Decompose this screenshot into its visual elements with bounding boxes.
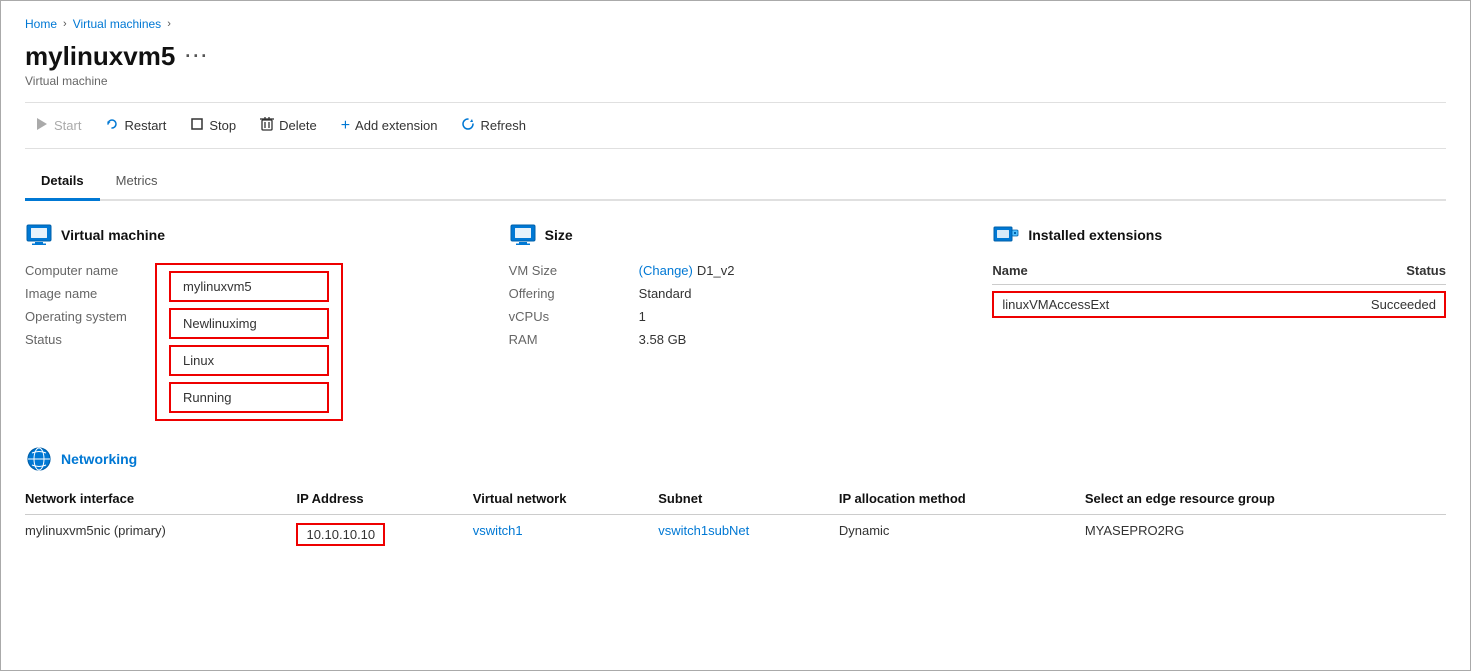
vm-val-0: mylinuxvm5 <box>169 271 329 302</box>
size-val-3: 3.58 GB <box>639 332 687 347</box>
vm-label-2: Operating system <box>25 309 155 324</box>
vm-label-3: Status <box>25 332 155 347</box>
delete-button[interactable]: Delete <box>250 111 327 140</box>
net-col-interface: Network interface <box>25 487 296 515</box>
size-val-1: Standard <box>639 286 692 301</box>
networking-title: Networking <box>61 451 137 467</box>
ip-address-box: 10.10.10.10 <box>296 523 385 546</box>
vm-fields: Computer name Image name Operating syste… <box>25 263 479 421</box>
refresh-button[interactable]: Refresh <box>451 112 536 139</box>
size-fields: VM Size (Change) D1_v2 Offering Standard… <box>509 263 963 347</box>
vm-values-box: mylinuxvm5 Newlinuximg Linux Running <box>155 263 343 421</box>
breadcrumb-sep1: › <box>63 18 67 30</box>
breadcrumb-home[interactable]: Home <box>25 17 57 31</box>
net-col-alloc: IP allocation method <box>839 487 1085 515</box>
ext-row-0-status: Succeeded <box>1356 297 1436 312</box>
start-button[interactable]: Start <box>25 112 91 139</box>
tab-metrics[interactable]: Metrics <box>100 165 174 201</box>
size-label-2: vCPUs <box>509 309 639 324</box>
tab-details[interactable]: Details <box>25 165 100 201</box>
restart-icon <box>105 117 119 134</box>
add-extension-label: Add extension <box>355 118 437 133</box>
vm-val-2: Linux <box>169 345 329 376</box>
size-field-3: RAM 3.58 GB <box>509 332 963 347</box>
size-field-0: VM Size (Change) D1_v2 <box>509 263 963 278</box>
net-col-subnet: Subnet <box>658 487 839 515</box>
vm-label-1: Image name <box>25 286 155 301</box>
net-row-0-interface: mylinuxvm5nic (primary) <box>25 515 296 555</box>
vm-section-title: Virtual machine <box>61 227 165 243</box>
page-container: Home › Virtual machines › mylinuxvm5 ···… <box>1 1 1470 578</box>
size-field-2: vCPUs 1 <box>509 309 963 324</box>
ext-col-name: Name <box>992 263 1346 278</box>
networking-section: Networking Network interface IP Address … <box>25 445 1446 554</box>
vm-label-0: Computer name <box>25 263 155 278</box>
extensions-section: Installed extensions Name Status linuxVM… <box>992 221 1446 421</box>
page-title-text: mylinuxvm5 <box>25 41 175 72</box>
vm-val-1: Newlinuximg <box>169 308 329 339</box>
vm-val-3: Running <box>169 382 329 413</box>
content-grid: Virtual machine Computer name Image name… <box>25 221 1446 421</box>
vm-section: Virtual machine Computer name Image name… <box>25 221 479 421</box>
ext-col-status: Status <box>1346 263 1446 278</box>
net-col-edge: Select an edge resource group <box>1085 487 1446 515</box>
size-label-1: Offering <box>509 286 639 301</box>
size-change-link[interactable]: (Change) <box>639 263 693 278</box>
net-row-0-subnet[interactable]: vswitch1subNet <box>658 515 839 555</box>
ellipsis-menu[interactable]: ··· <box>185 46 209 67</box>
play-icon <box>35 117 49 134</box>
restart-label: Restart <box>124 118 166 133</box>
tabs: Details Metrics <box>25 165 1446 201</box>
net-row-0: mylinuxvm5nic (primary) 10.10.10.10 vswi… <box>25 515 1446 555</box>
net-row-0-edge: MYASEPRO2RG <box>1085 515 1446 555</box>
refresh-label: Refresh <box>480 118 526 133</box>
networking-icon <box>25 445 53 473</box>
stop-icon <box>190 117 204 134</box>
page-title-row: mylinuxvm5 ··· <box>25 41 1446 72</box>
delete-icon <box>260 116 274 135</box>
net-row-0-alloc: Dynamic <box>839 515 1085 555</box>
ext-row-0-name: linuxVMAccessExt <box>1002 297 1356 312</box>
add-extension-button[interactable]: + Add extension <box>331 112 448 140</box>
size-icon <box>509 221 537 249</box>
vm-section-header: Virtual machine <box>25 221 479 249</box>
start-label: Start <box>54 118 81 133</box>
stop-label: Stop <box>209 118 236 133</box>
networking-table: Network interface IP Address Virtual net… <box>25 487 1446 554</box>
net-col-vnet: Virtual network <box>473 487 658 515</box>
net-row-0-ip: 10.10.10.10 <box>296 515 472 555</box>
size-section: Size VM Size (Change) D1_v2 Offering Sta… <box>509 221 963 421</box>
breadcrumb-sep2: › <box>167 18 171 30</box>
refresh-icon <box>461 117 475 134</box>
breadcrumb-vms[interactable]: Virtual machines <box>73 17 162 31</box>
net-row-0-vnet[interactable]: vswitch1 <box>473 515 658 555</box>
ext-row-0: linuxVMAccessExt Succeeded <box>992 291 1446 318</box>
vm-labels: Computer name Image name Operating syste… <box>25 263 155 421</box>
networking-header: Networking <box>25 445 1446 473</box>
size-val-0: D1_v2 <box>697 263 735 278</box>
plus-icon: + <box>341 117 350 135</box>
net-col-ip: IP Address <box>296 487 472 515</box>
page-subtitle: Virtual machine <box>25 74 1446 88</box>
size-section-header: Size <box>509 221 963 249</box>
toolbar: Start Restart Stop <box>25 102 1446 149</box>
stop-button[interactable]: Stop <box>180 112 246 139</box>
restart-button[interactable]: Restart <box>95 112 176 139</box>
extensions-table-header: Name Status <box>992 263 1446 285</box>
breadcrumb: Home › Virtual machines › <box>25 17 1446 31</box>
delete-label: Delete <box>279 118 317 133</box>
vm-icon <box>25 221 53 249</box>
size-val-2: 1 <box>639 309 646 324</box>
size-section-title: Size <box>545 227 573 243</box>
size-field-1: Offering Standard <box>509 286 963 301</box>
size-label-0: VM Size <box>509 263 639 278</box>
extensions-icon <box>992 221 1020 249</box>
extensions-section-header: Installed extensions <box>992 221 1446 249</box>
size-label-3: RAM <box>509 332 639 347</box>
extensions-section-title: Installed extensions <box>1028 227 1162 243</box>
